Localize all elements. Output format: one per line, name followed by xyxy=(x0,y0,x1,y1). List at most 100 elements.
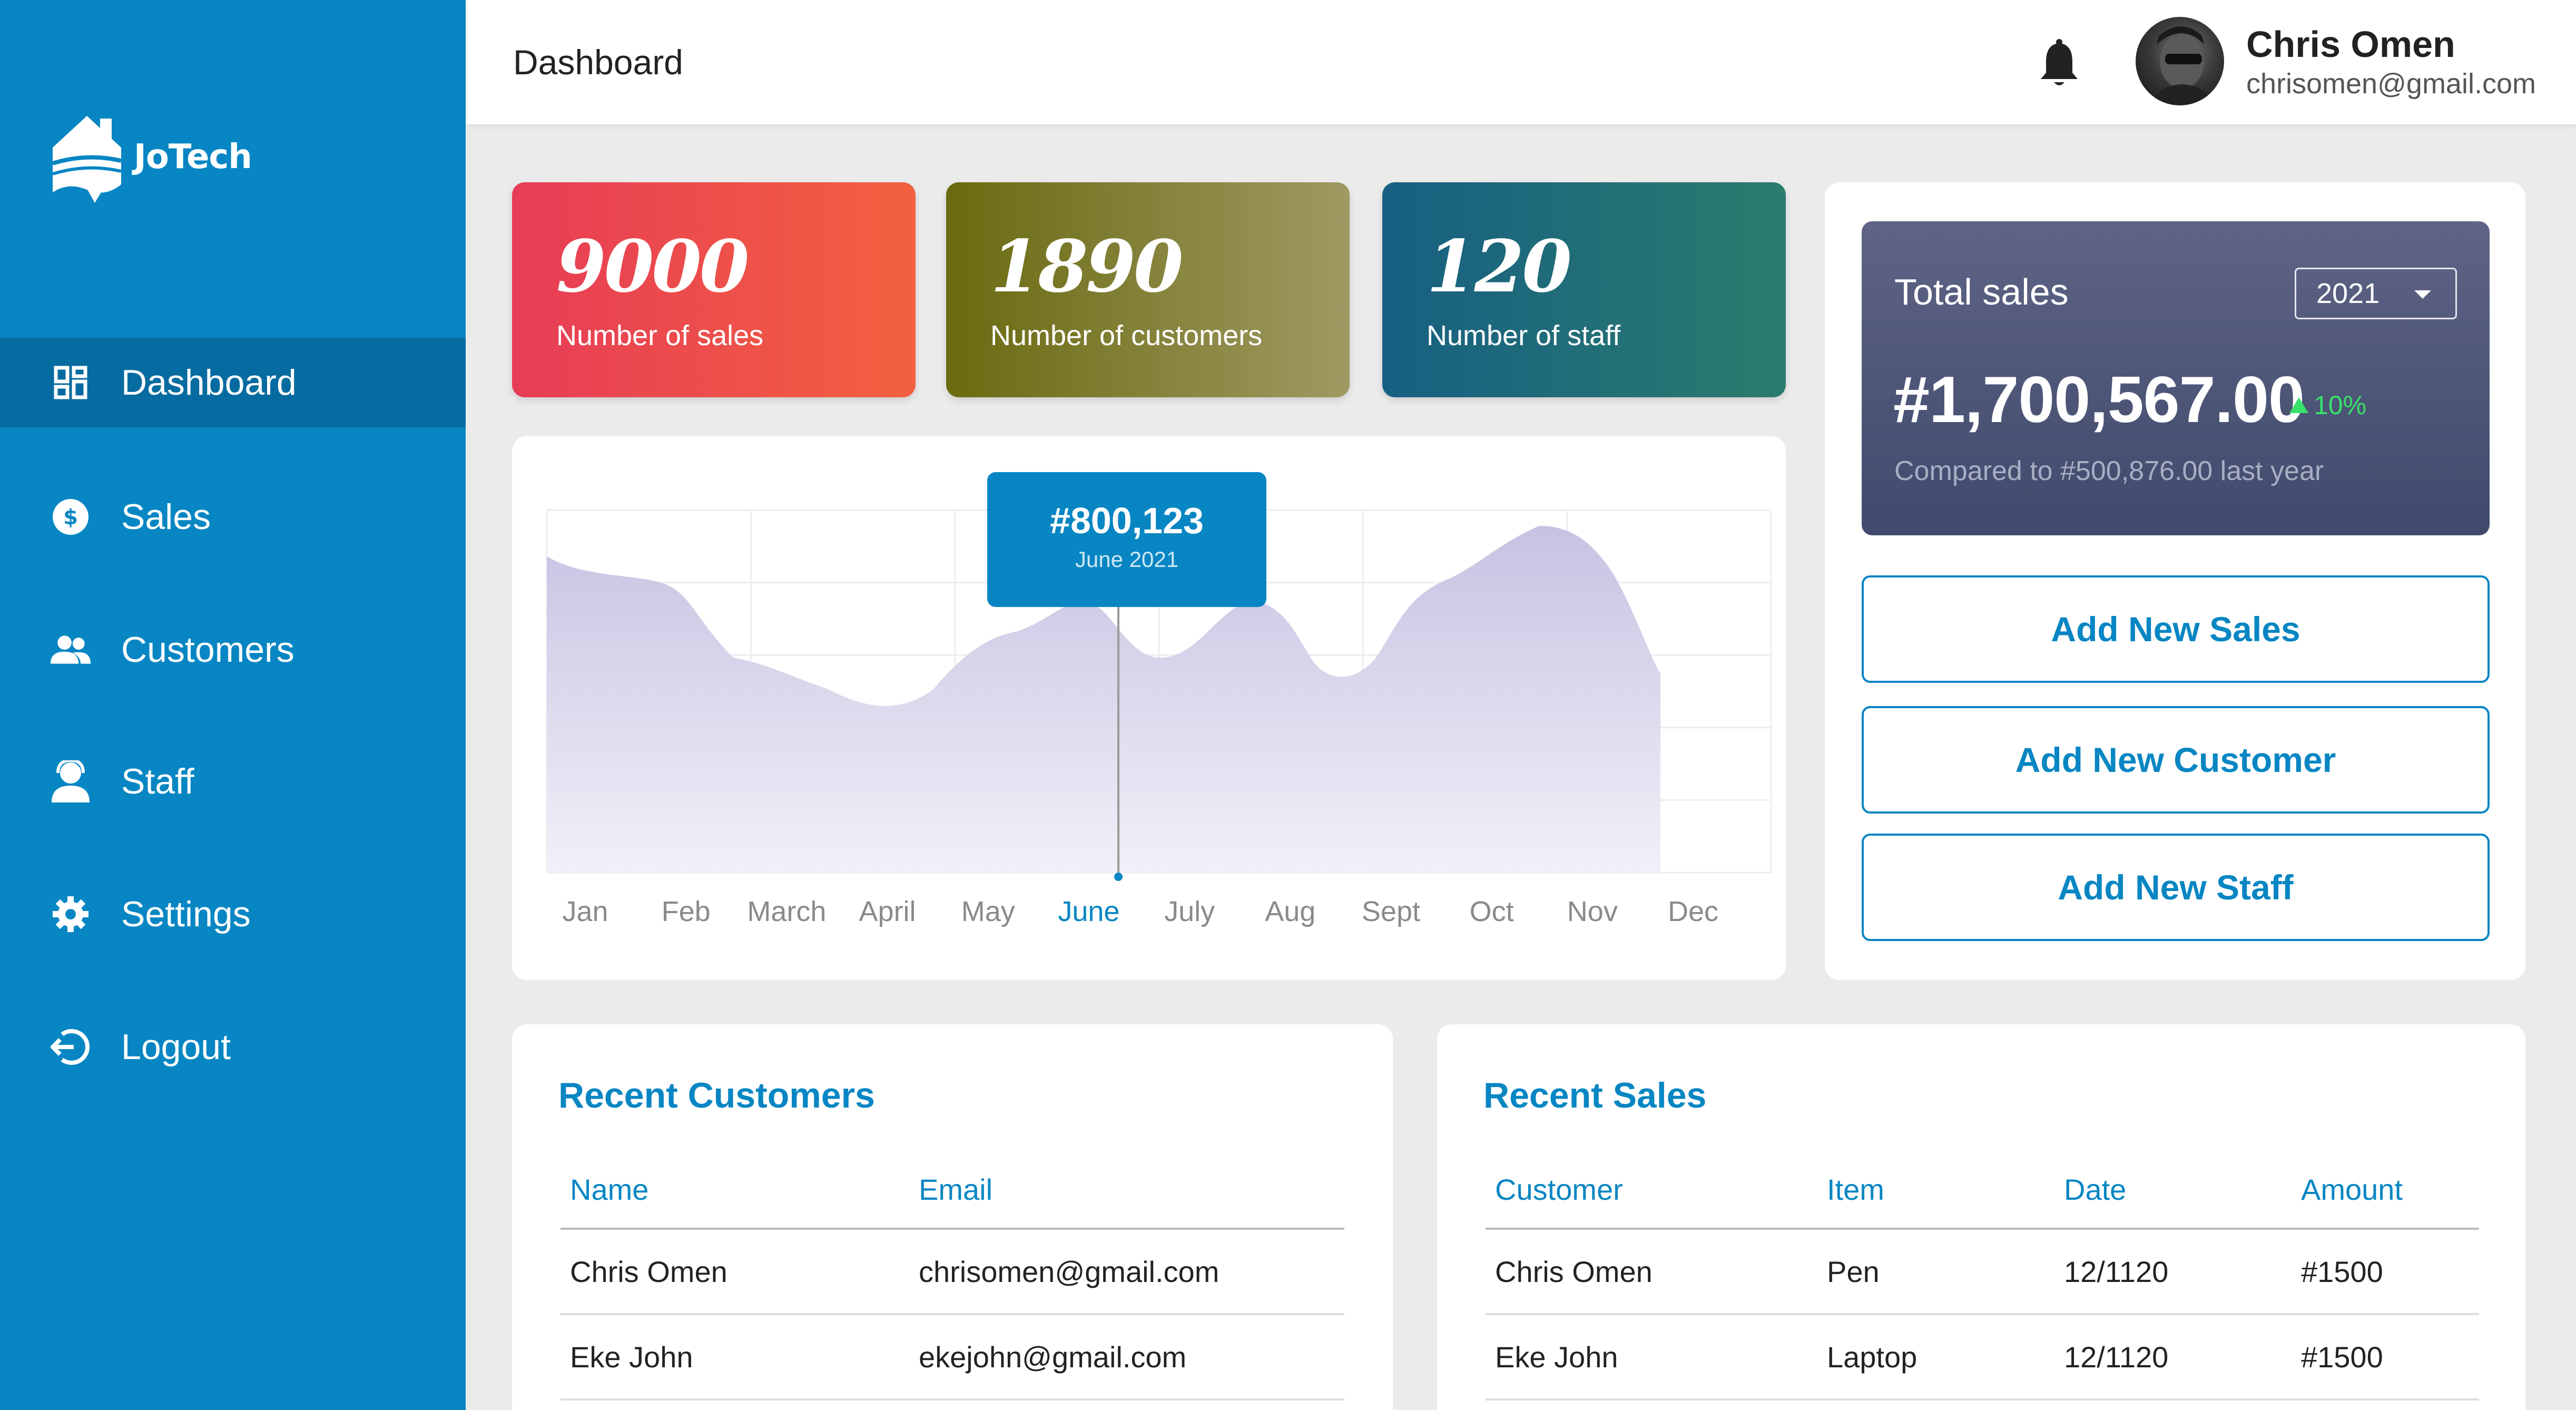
column-header[interactable]: Amount xyxy=(2292,1151,2403,1228)
app-logo[interactable]: JoTech xyxy=(47,105,252,216)
total-sales-label: Total sales xyxy=(1894,271,2069,312)
stat-label: Number of staff xyxy=(1427,320,1621,351)
users-icon xyxy=(50,629,92,671)
year-select-value: 2021 xyxy=(2316,278,2380,309)
column-header[interactable]: Item xyxy=(1817,1151,1884,1228)
add-new-customer-button[interactable]: Add New Customer xyxy=(1862,706,2490,814)
add-new-staff-button[interactable]: Add New Staff xyxy=(1862,834,2490,941)
x-tick-label: July xyxy=(1164,896,1215,927)
user-email: chrisomen@gmail.com xyxy=(2246,68,2536,100)
sale-date: 12/1120 xyxy=(2064,1255,2169,1288)
x-tick-label: Dec xyxy=(1668,896,1718,927)
stat-value: 120 xyxy=(1427,224,1572,309)
customers-table: Name Email Chris Omen chrisomen@gmail.co… xyxy=(561,1151,1344,1401)
column-header[interactable]: Name xyxy=(561,1151,648,1228)
stat-value: 1890 xyxy=(990,224,1184,309)
table-row[interactable]: Chris Omen chrisomen@gmail.com xyxy=(561,1230,1344,1315)
stat-value: 9000 xyxy=(556,224,750,309)
chart-tooltip: #800,123 June 2021 xyxy=(987,472,1266,607)
x-tick-label: June xyxy=(1058,896,1119,927)
avatar[interactable] xyxy=(2136,17,2224,105)
sale-item: Laptop xyxy=(1827,1340,1918,1374)
stat-label: Number of customers xyxy=(990,320,1263,351)
stat-card-customers[interactable]: 1890 Number of customers xyxy=(946,182,1350,397)
tooltip-value: #800,123 xyxy=(1050,500,1204,541)
section-title: Recent Customers xyxy=(558,1075,875,1115)
chevron-down-icon xyxy=(2414,290,2431,299)
stat-card-staff[interactable]: 120 Number of staff xyxy=(1382,182,1786,397)
customer-email: ekejohn@gmail.com xyxy=(919,1340,1187,1374)
sidebar-item-dashboard[interactable]: Dashboard xyxy=(0,338,466,427)
house-logo-icon xyxy=(52,116,122,203)
x-tick-label: March xyxy=(747,896,826,927)
arrow-up-icon xyxy=(2289,397,2308,413)
growth-badge: 10% xyxy=(2289,390,2366,420)
total-sales-card: Total sales 2021 #1,700,567.00 10% Compa… xyxy=(1862,221,2490,535)
dollar-icon: $ xyxy=(50,496,92,538)
customer-name: Eke John xyxy=(570,1340,693,1374)
user-name: Chris Omen xyxy=(2246,24,2455,65)
x-axis-labels: Jan Feb March April May June July Aug Sept Oct Nov… xyxy=(562,896,1718,927)
recent-sales-panel: Recent Sales Customer Item Date Amount C… xyxy=(1437,1024,2525,1410)
column-header[interactable]: Email xyxy=(909,1151,992,1228)
table-header-row: Name Email xyxy=(561,1151,1344,1230)
year-select[interactable]: 2021 xyxy=(2295,268,2457,319)
add-new-sales-button[interactable]: Add New Sales xyxy=(1862,575,2490,683)
sidebar-item-logout[interactable]: Logout xyxy=(0,1002,466,1092)
top-bar: Dashboard Chris Omen chrisomen@gmail.com xyxy=(466,0,2576,124)
stat-card-sales[interactable]: 9000 Number of sales xyxy=(512,182,916,397)
sale-date: 12/1120 xyxy=(2064,1340,2169,1374)
sidebar-item-label: Staff xyxy=(121,761,194,801)
page-title: Dashboard xyxy=(513,43,683,82)
x-tick-label: Sept xyxy=(1362,896,1420,927)
total-sales-amount: #1,700,567.00 xyxy=(1893,364,2305,436)
sidebar-item-sales[interactable]: $ Sales xyxy=(0,472,466,562)
total-sales-compare: Compared to #500,876.00 last year xyxy=(1894,456,2324,486)
x-tick-label: Aug xyxy=(1265,896,1315,927)
x-tick-label: Feb xyxy=(662,896,711,927)
sidebar-item-customers[interactable]: Customers xyxy=(0,605,466,694)
sidebar-item-settings[interactable]: Settings xyxy=(0,869,466,959)
sale-amount: #1500 xyxy=(2301,1255,2383,1288)
section-title: Recent Sales xyxy=(1483,1075,1707,1115)
total-sales-panel: Total sales 2021 #1,700,567.00 10% Compa… xyxy=(1825,182,2525,980)
customer-name: Chris Omen xyxy=(570,1255,727,1288)
svg-text:$: $ xyxy=(63,505,78,530)
table-row[interactable]: Eke John Laptop 12/1120 #1500 xyxy=(1486,1315,2479,1401)
x-tick-label: May xyxy=(961,896,1015,927)
growth-percent: 10% xyxy=(2314,390,2367,420)
sale-customer: Chris Omen xyxy=(1495,1255,1653,1288)
recent-customers-panel: Recent Customers Name Email Chris Omen c… xyxy=(512,1024,1393,1410)
sale-customer: Eke John xyxy=(1495,1340,1618,1374)
table-header-row: Customer Item Date Amount xyxy=(1486,1151,2479,1230)
dashboard-icon xyxy=(50,361,92,404)
staff-icon xyxy=(50,760,92,802)
customer-email: chrisomen@gmail.com xyxy=(919,1255,1220,1288)
app-name: JoTech xyxy=(134,138,252,177)
gear-icon xyxy=(50,893,92,935)
sidebar-item-label: Sales xyxy=(121,497,211,537)
sidebar-item-label: Dashboard xyxy=(121,363,297,403)
table-row[interactable]: Chris Omen Pen 12/1120 #1500 xyxy=(1486,1230,2479,1315)
table-row[interactable]: Eke John ekejohn@gmail.com xyxy=(561,1315,1344,1401)
sales-chart-panel: Jan Feb March April May June July Aug Sept Oct Nov… xyxy=(512,436,1786,980)
column-header[interactable]: Customer xyxy=(1486,1151,1623,1228)
bell-icon[interactable] xyxy=(2036,38,2083,89)
x-tick-label: Oct xyxy=(1470,896,1514,927)
x-tick-label: Nov xyxy=(1567,896,1618,927)
tooltip-date: June 2021 xyxy=(1075,547,1179,572)
sale-item: Pen xyxy=(1827,1255,1880,1288)
column-header[interactable]: Date xyxy=(2054,1151,2126,1228)
sidebar-item-staff[interactable]: Staff xyxy=(0,737,466,826)
sidebar: JoTech Dashboard $ Sales Customers Staff… xyxy=(0,0,466,1410)
x-tick-label: Jan xyxy=(562,896,608,927)
sidebar-item-label: Logout xyxy=(121,1027,231,1067)
sale-amount: #1500 xyxy=(2301,1340,2383,1374)
sales-table: Customer Item Date Amount Chris Omen Pen… xyxy=(1486,1151,2479,1401)
highlight-point[interactable] xyxy=(1114,873,1123,881)
x-tick-label: April xyxy=(859,896,916,927)
sidebar-item-label: Settings xyxy=(121,894,251,934)
sidebar-item-label: Customers xyxy=(121,630,294,670)
logout-icon xyxy=(50,1026,92,1068)
stat-label: Number of sales xyxy=(556,320,764,351)
